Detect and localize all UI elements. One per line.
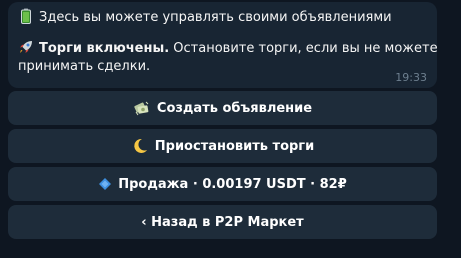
sell-ad-button[interactable]: Продажа · 0.00197 USDT · 82₽ (8, 167, 437, 201)
message-time: 19:33 (395, 71, 427, 84)
money-icon (134, 101, 149, 116)
pause-trading-label: Приостановить торги (154, 138, 315, 154)
bot-message: Здесь вы можете управлять своими объявле… (8, 2, 438, 88)
create-ad-label: Создать объявление (156, 100, 313, 116)
chat-area: Здесь вы можете управлять своими объявле… (0, 0, 461, 258)
message-line-3: принимать сделки. (18, 58, 427, 76)
sell-ad-label: Продажа · 0.00197 USDT · 82₽ (118, 176, 347, 192)
back-to-p2p-market-label: ‹ Назад в P2P Маркет (141, 214, 304, 230)
trading-status: Торги включены. (39, 41, 170, 56)
create-ad-button[interactable]: Создать объявление (8, 91, 437, 125)
crescent-moon-icon (134, 138, 147, 153)
blue-diamond-icon (99, 178, 112, 190)
message-text-2: Остановите торги, если вы не можете (169, 41, 438, 56)
message-line-2: Торги включены. Остановите торги, если в… (18, 39, 438, 58)
back-to-p2p-market-button[interactable]: ‹ Назад в P2P Маркет (8, 205, 437, 239)
battery-icon (21, 8, 31, 24)
message-text-3: принимать сделки. (18, 59, 151, 74)
rocket-icon (20, 41, 32, 53)
message-line-1: Здесь вы можете управлять своими объявле… (18, 8, 427, 27)
pause-trading-button[interactable]: Приостановить торги (8, 129, 437, 163)
message-text-1: Здесь вы можете управлять своими объявле… (39, 10, 392, 25)
